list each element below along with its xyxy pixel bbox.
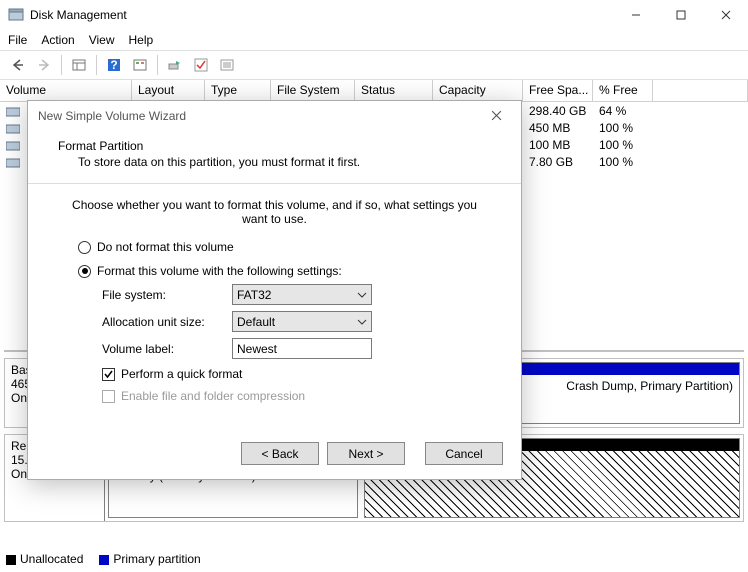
label-allocation-unit: Allocation unit size: — [102, 315, 232, 329]
settings-icon[interactable] — [128, 54, 152, 76]
svg-text:?: ? — [110, 58, 117, 72]
dialog-close-button[interactable] — [481, 108, 511, 124]
cell-pct: 100 % — [593, 121, 653, 135]
col-volume[interactable]: Volume — [0, 80, 132, 101]
radio-format-with-settings[interactable]: Format this volume with the following se… — [78, 264, 491, 278]
volume-icon — [6, 156, 20, 168]
back-button[interactable] — [6, 54, 30, 76]
dialog-heading: Format Partition — [58, 139, 501, 153]
cell-free: 450 MB — [523, 121, 593, 135]
list-icon[interactable] — [215, 54, 239, 76]
cancel-button[interactable]: Cancel — [425, 442, 503, 465]
menu-view[interactable]: View — [89, 33, 115, 47]
col-layout[interactable]: Layout — [132, 80, 205, 101]
checkbox-icon — [102, 368, 115, 381]
action-icon[interactable] — [163, 54, 187, 76]
volume-label-input[interactable] — [232, 338, 372, 359]
label-file-system: File system: — [102, 288, 232, 302]
cell-pct: 64 % — [593, 104, 653, 118]
view-icon[interactable] — [67, 54, 91, 76]
new-volume-wizard-dialog: New Simple Volume Wizard Format Partitio… — [27, 100, 522, 480]
col-pctfree[interactable]: % Free — [593, 80, 653, 101]
cell-pct: 100 % — [593, 155, 653, 169]
maximize-button[interactable] — [658, 0, 703, 30]
next-button[interactable]: Next > — [327, 442, 405, 465]
cell-free: 7.80 GB — [523, 155, 593, 169]
back-button[interactable]: < Back — [241, 442, 319, 465]
volume-icon — [6, 105, 20, 117]
chevron-down-icon — [357, 289, 367, 303]
cell-pct: 100 % — [593, 138, 653, 152]
volume-list-header: Volume Layout Type File System Status Ca… — [0, 80, 748, 102]
volume-icon — [6, 122, 20, 134]
dialog-prompt: Choose whether you want to format this v… — [58, 198, 491, 226]
cell-free: 298.40 GB — [523, 104, 593, 118]
window-title: Disk Management — [30, 8, 613, 22]
col-capacity[interactable]: Capacity — [433, 80, 523, 101]
checkbox-quick-format[interactable]: Perform a quick format — [102, 367, 491, 381]
close-button[interactable] — [703, 0, 748, 30]
window-titlebar: Disk Management — [0, 0, 748, 30]
cell-free: 100 MB — [523, 138, 593, 152]
col-spacer — [653, 80, 748, 101]
allocation-unit-dropdown[interactable]: Default — [232, 311, 372, 332]
file-system-dropdown[interactable]: FAT32 — [232, 284, 372, 305]
dialog-subheading: To store data on this partition, you mus… — [78, 155, 501, 169]
legend-unallocated-swatch — [6, 555, 16, 565]
menu-file[interactable]: File — [8, 33, 27, 47]
app-icon — [8, 7, 24, 23]
menu-bar: File Action View Help — [0, 30, 748, 50]
radio-icon — [78, 241, 91, 254]
minimize-button[interactable] — [613, 0, 658, 30]
legend: Unallocated Primary partition — [6, 552, 201, 566]
label-volume-label: Volume label: — [102, 342, 232, 356]
check-icon[interactable] — [189, 54, 213, 76]
col-status[interactable]: Status — [355, 80, 433, 101]
menu-help[interactable]: Help — [129, 33, 154, 47]
legend-primary-swatch — [99, 555, 109, 565]
radio-do-not-format[interactable]: Do not format this volume — [78, 240, 491, 254]
checkbox-compression: Enable file and folder compression — [102, 389, 491, 403]
col-free[interactable]: Free Spa... — [523, 80, 593, 101]
col-filesystem[interactable]: File System — [271, 80, 355, 101]
forward-button[interactable] — [32, 54, 56, 76]
checkbox-icon — [102, 390, 115, 403]
toolbar: ? — [0, 50, 748, 80]
volume-icon — [6, 139, 20, 151]
dialog-title: New Simple Volume Wizard — [38, 109, 481, 123]
radio-icon — [78, 265, 91, 278]
col-type[interactable]: Type — [205, 80, 271, 101]
chevron-down-icon — [357, 316, 367, 330]
menu-action[interactable]: Action — [41, 33, 74, 47]
help-icon[interactable]: ? — [102, 54, 126, 76]
